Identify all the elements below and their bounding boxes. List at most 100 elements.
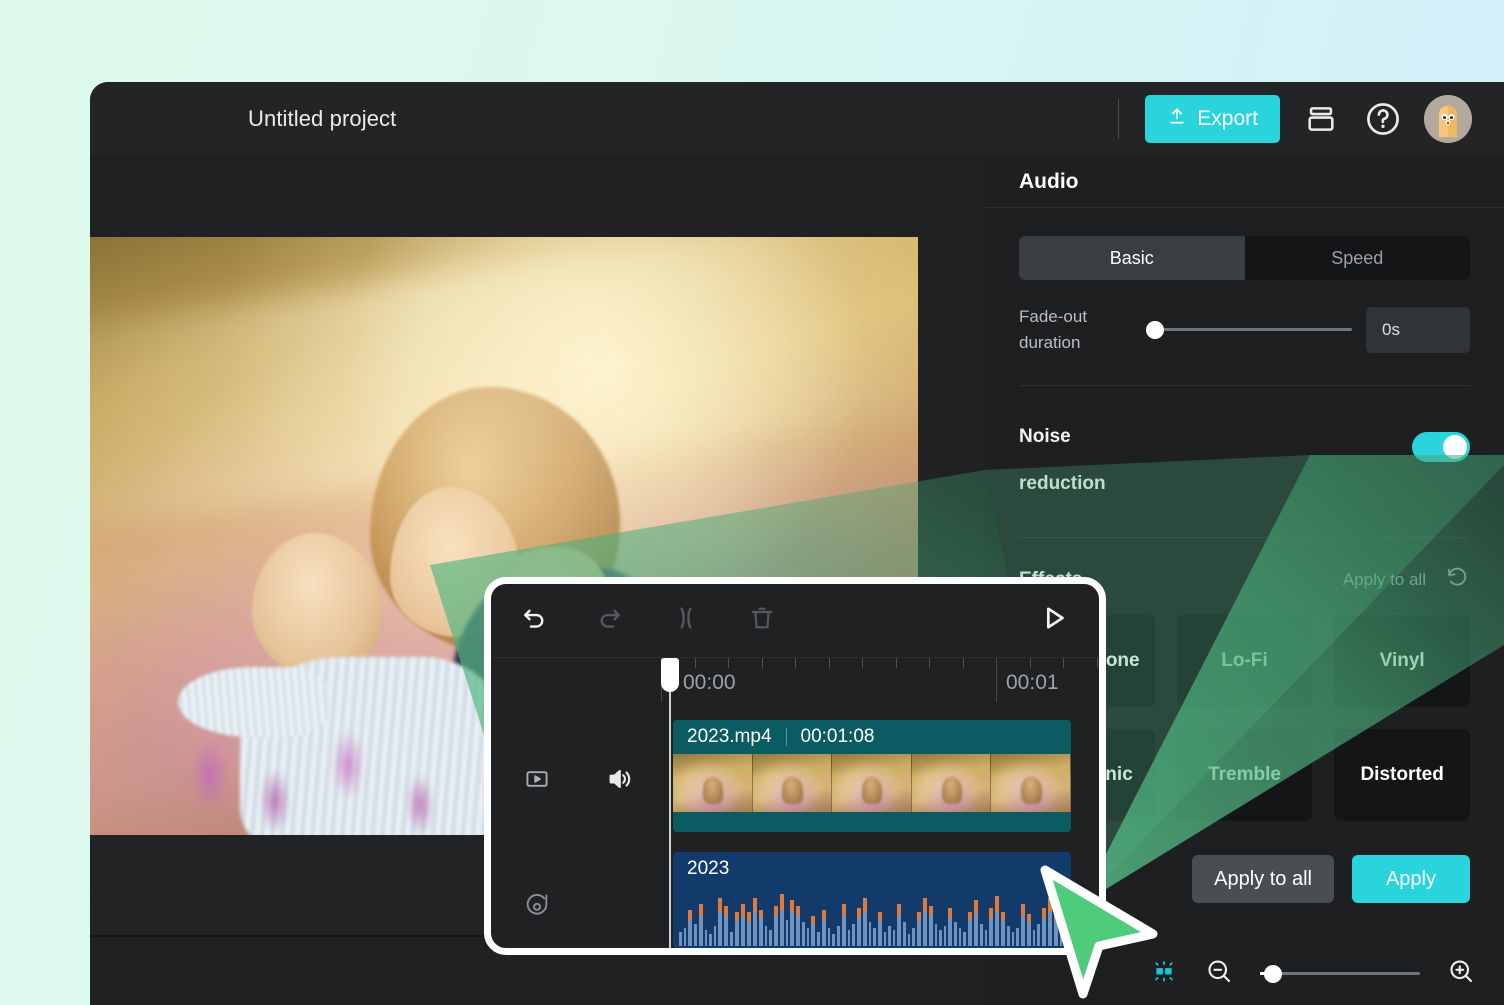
ruler-tick (895, 658, 897, 668)
waveform-peak (856, 908, 861, 918)
layers-icon[interactable] (1300, 98, 1342, 140)
fade-out-value[interactable]: 0s (1366, 306, 1470, 353)
waveform-bar (980, 924, 983, 946)
ruler-tick (761, 658, 763, 668)
volume-icon[interactable] (605, 764, 635, 799)
waveform-bar (1011, 932, 1015, 946)
waveform-peak (995, 896, 1000, 912)
waveform-bar (856, 908, 861, 946)
fade-out-slider[interactable] (1146, 320, 1352, 339)
effects-apply-to-all-link[interactable]: Apply to all (1343, 570, 1426, 590)
tab-speed[interactable]: Speed (1245, 236, 1471, 280)
waveform-peak (779, 894, 784, 910)
tab-basic[interactable]: Basic (1019, 236, 1245, 280)
waveform-peak (1026, 914, 1031, 922)
effect-tile-lofi[interactable]: Lo-Fi (1176, 615, 1313, 708)
clip-thumbnail (673, 754, 753, 812)
waveform-bar (704, 930, 708, 946)
waveform-peak (1053, 914, 1058, 922)
clip-thumbnails (673, 754, 1071, 812)
waveform-bar (752, 898, 757, 946)
waveform-peak (688, 910, 693, 920)
zoom-in-icon[interactable] (1446, 956, 1476, 991)
waveform-bar (954, 922, 957, 946)
music-note-icon[interactable] (523, 890, 551, 923)
waveform-bar (968, 912, 972, 946)
apply-button[interactable]: Apply (1351, 855, 1470, 904)
waveform-bar (796, 906, 801, 946)
video-track-controls (523, 764, 635, 799)
ruler-tick (795, 658, 796, 668)
panel-title: Audio (985, 156, 1504, 208)
waveform-bar (679, 932, 682, 946)
waveform-bar (868, 922, 872, 946)
waveform-bar (790, 900, 795, 946)
waveform-peak (862, 898, 867, 912)
undo-icon[interactable] (519, 603, 549, 638)
track-rail (491, 712, 661, 948)
effect-tile-distorted[interactable]: Distorted (1334, 729, 1470, 822)
panel-body: Basic Speed Fade-out duration 0s (985, 208, 1504, 355)
avatar[interactable] (1424, 95, 1472, 143)
clip-thumbnail (832, 754, 912, 812)
waveform-bar (897, 904, 902, 946)
effect-tile-vinyl[interactable]: Vinyl (1334, 615, 1470, 708)
waveform-bar (1053, 914, 1058, 946)
waveform-bar (827, 928, 831, 946)
noise-section: Noise reduction (985, 414, 1504, 507)
ruler-tick (1096, 658, 1098, 668)
playhead[interactable] (661, 658, 679, 692)
waveform-bar (698, 904, 703, 946)
fade-out-label: Fade-out duration (1019, 304, 1137, 355)
fit-to-screen-icon[interactable] (1150, 957, 1178, 990)
waveform-peak (773, 906, 778, 916)
timeline-zoom-bar (1150, 956, 1476, 991)
waveform-bar (883, 932, 887, 946)
titlebar-actions: Export (1118, 95, 1504, 143)
waveform-bar (694, 924, 697, 946)
waveform-bar (1007, 926, 1010, 946)
waveform-peak (698, 904, 703, 916)
timeline-clip-audio[interactable]: 2023 (673, 852, 1071, 948)
audio-waveform (673, 886, 1071, 948)
fade-out-duration-row: Fade-out duration 0s (1019, 304, 1470, 355)
apply-to-all-button[interactable]: Apply to all (1192, 855, 1334, 904)
waveform-bar (709, 934, 712, 946)
noise-reduction-toggle[interactable] (1412, 432, 1470, 462)
waveform-bar (1064, 932, 1067, 946)
waveform-bar (989, 908, 994, 946)
waveform-bar (939, 930, 942, 946)
play-icon[interactable] (1037, 601, 1071, 640)
video-track-icon[interactable] (523, 765, 551, 798)
zoom-out-icon[interactable] (1204, 956, 1234, 991)
waveform-bar (852, 924, 855, 946)
waveform-peak (1001, 912, 1006, 920)
help-circle-icon[interactable] (1362, 98, 1404, 140)
waveform-peak (1020, 904, 1025, 916)
ruler-tick-major (996, 658, 997, 702)
upload-icon (1167, 106, 1187, 132)
ruler-tick (962, 658, 964, 668)
zoom-slider[interactable] (1260, 964, 1420, 983)
timeline-popup: 00:00 00:01 2023.mp4 00:01:08 2023 (484, 577, 1106, 955)
waveform-peak (922, 898, 927, 912)
effect-tile-tremble[interactable]: Tremble (1176, 729, 1313, 822)
waveform-bar (916, 912, 921, 946)
audio-track-controls (523, 890, 551, 923)
divider (1118, 99, 1120, 139)
fade-out-slider-knob[interactable] (1146, 320, 1165, 339)
reset-icon[interactable] (1444, 564, 1470, 595)
waveform-bar (734, 912, 739, 946)
export-button[interactable]: Export (1145, 95, 1280, 143)
ruler-tick (862, 658, 863, 668)
waveform-bar (888, 926, 891, 946)
clip-name: 2023.mp4 (687, 726, 772, 747)
zoom-slider-knob[interactable] (1263, 964, 1282, 983)
timeline-ruler[interactable]: 00:00 00:01 (661, 658, 1099, 948)
split-icon (671, 603, 701, 638)
waveform-bar (758, 910, 763, 946)
ruler-label-0: 00:00 (683, 671, 736, 694)
timeline-clip-video[interactable]: 2023.mp4 00:01:08 (673, 720, 1071, 832)
clip-thumbnail (991, 754, 1071, 812)
waveform-peak (948, 908, 953, 918)
